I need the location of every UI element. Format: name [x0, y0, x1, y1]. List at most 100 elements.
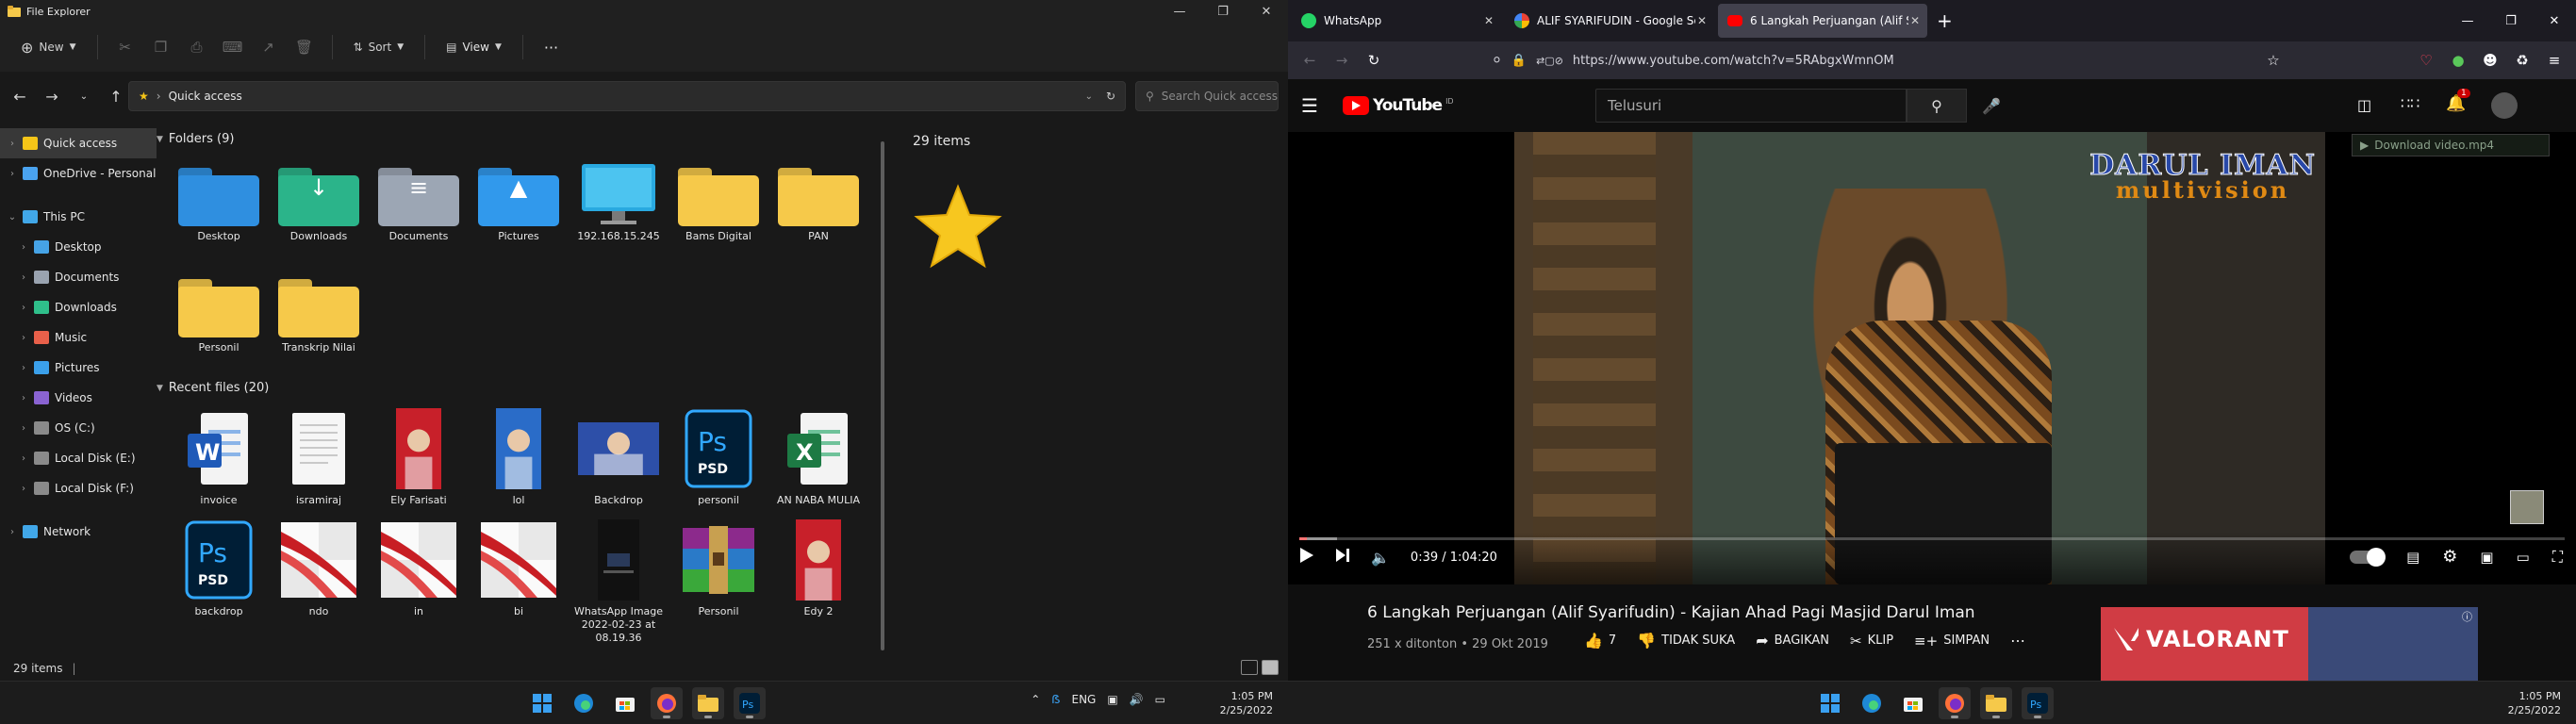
apps-grid-icon[interactable]: ∷∷: [2401, 94, 2419, 112]
chevron-down-icon[interactable]: ⌄: [4, 212, 21, 222]
folder-tile[interactable]: 192.168.15.245: [568, 164, 669, 243]
chevron-right-icon[interactable]: ›: [15, 423, 32, 434]
settings-gear-icon[interactable]: ⚙: [2442, 547, 2457, 567]
like-button[interactable]: 👍 7: [1584, 632, 1616, 650]
chevron-right-icon[interactable]: ›: [4, 527, 21, 537]
chevron-right-icon[interactable]: ›: [15, 303, 32, 313]
delete-icon[interactable]: 🗑: [289, 36, 321, 58]
taskbar-clock[interactable]: 1:05 PM 2/25/2022: [2508, 689, 2561, 717]
battery-icon[interactable]: ▭: [1155, 693, 1165, 706]
recent-file-tile[interactable]: lol: [468, 407, 570, 507]
folder-tile[interactable]: PAN: [768, 164, 869, 243]
minimize-button[interactable]: —: [1158, 0, 1201, 23]
close-button[interactable]: ✕: [1245, 0, 1288, 23]
forward-button[interactable]: →: [36, 82, 68, 110]
new-button[interactable]: ⊕ New ▼: [11, 35, 86, 60]
sidebar-item[interactable]: › Local Disk (E:): [0, 443, 157, 473]
dislike-button[interactable]: 👎 TIDAK SUKA: [1637, 632, 1735, 650]
recent-file-tile[interactable]: isramiraj: [268, 407, 370, 507]
sidebar-item[interactable]: › Network: [0, 517, 157, 547]
progress-bar[interactable]: [1299, 537, 2565, 540]
chevron-right-icon[interactable]: ›: [4, 169, 21, 179]
chevron-right-icon[interactable]: ›: [15, 272, 32, 283]
sidebar-item[interactable]: › Quick access: [0, 128, 157, 158]
chevron-up-icon[interactable]: ⌃: [1031, 693, 1040, 706]
sidebar-item[interactable]: › Downloads: [0, 292, 157, 322]
chevron-right-icon[interactable]: ›: [15, 484, 32, 494]
folder-tile[interactable]: Personil: [168, 275, 270, 354]
tab-youtube[interactable]: 6 Langkah Perjuangan (Alif Syarifudin) ✕: [1718, 4, 1927, 38]
extension-icon[interactable]: ●: [2442, 46, 2474, 74]
firefox-button[interactable]: [1939, 687, 1971, 719]
play-button[interactable]: [1299, 547, 1314, 568]
pocket-icon[interactable]: ♡: [2410, 46, 2442, 74]
edge-button[interactable]: [568, 687, 600, 719]
fullscreen-icon[interactable]: ⛶: [2552, 548, 2563, 567]
close-tab-icon[interactable]: ✕: [1484, 14, 1494, 27]
avatar[interactable]: [2491, 92, 2518, 119]
youtube-search-input[interactable]: Telusuri: [1595, 89, 1907, 123]
tiles-view-button[interactable]: [1262, 660, 1279, 675]
share-button[interactable]: ➦ BAGIKAN: [1756, 632, 1829, 650]
edge-button[interactable]: [1856, 687, 1888, 719]
more-actions-icon[interactable]: ⋯: [2010, 632, 2025, 650]
theater-mode-icon[interactable]: ▭: [2517, 549, 2530, 566]
language-indicator[interactable]: ENG: [1072, 693, 1097, 706]
chevron-down-icon[interactable]: ⌄: [1085, 91, 1093, 102]
address-bar[interactable]: ★ › Quick access ⌄ ↻: [128, 81, 1126, 111]
chevron-right-icon[interactable]: ›: [15, 453, 32, 464]
chevron-right-icon[interactable]: ›: [15, 333, 32, 343]
chevron-right-icon[interactable]: ›: [15, 393, 32, 403]
close-button[interactable]: ✕: [2533, 0, 2576, 41]
menu-icon[interactable]: ≡: [2538, 46, 2570, 74]
recent-file-tile[interactable]: Winvoice: [168, 407, 270, 507]
recent-file-tile[interactable]: Ps PSD personil: [668, 407, 769, 507]
start-button[interactable]: [526, 687, 558, 719]
tab-whatsapp[interactable]: WhatsApp ✕: [1292, 4, 1501, 38]
recent-file-tile[interactable]: X AN NABA MULIA: [768, 407, 869, 507]
shield-icon[interactable]: ⚪: [1492, 54, 1502, 68]
photoshop-button[interactable]: Ps: [2022, 687, 2054, 719]
voice-search-button[interactable]: 🎤: [1974, 89, 2008, 123]
account-icon[interactable]: ☻: [2474, 46, 2506, 74]
photoshop-button[interactable]: Ps: [734, 687, 766, 719]
recent-file-tile[interactable]: Edy 2: [768, 518, 869, 618]
cut-icon[interactable]: ✂: [109, 36, 141, 58]
bluetooth-icon[interactable]: ẞ: [1051, 693, 1060, 706]
view-button[interactable]: ▤ View ▼: [437, 37, 511, 58]
sidebar-item[interactable]: › Local Disk (F:): [0, 473, 157, 503]
hamburger-menu-icon[interactable]: ☰: [1301, 94, 1318, 117]
autoplay-toggle[interactable]: [2350, 547, 2386, 567]
sidebar-item[interactable]: › Videos: [0, 383, 157, 413]
ad-info-icon[interactable]: ⓘ: [2462, 609, 2472, 624]
file-explorer-button[interactable]: [1980, 687, 2012, 719]
download-video-button[interactable]: ▶ Download video.mp4: [2352, 134, 2550, 156]
recent-file-tile[interactable]: Ely Farisati: [368, 407, 470, 507]
close-tab-icon[interactable]: ✕: [1697, 14, 1707, 27]
reload-button[interactable]: ↻: [1358, 46, 1390, 74]
folder-tile[interactable]: ▲ Pictures: [468, 164, 570, 243]
sort-button[interactable]: ⇅ Sort ▼: [344, 37, 414, 58]
folder-tile[interactable]: ≡ Documents: [368, 164, 470, 243]
minimize-button[interactable]: —: [2446, 0, 2489, 41]
ad-banner[interactable]: VALORANT ⓘ: [2101, 607, 2478, 683]
save-button[interactable]: ≡+ SIMPAN: [1914, 633, 1990, 650]
recent-file-tile[interactable]: ndo: [268, 518, 370, 618]
video-player[interactable]: DARUL IMAN multivision ▶ Download video.…: [1288, 132, 2576, 584]
paste-icon[interactable]: ⎙: [181, 36, 213, 58]
folder-tile[interactable]: ↓ Downloads: [268, 164, 370, 243]
lock-icon[interactable]: 🔒: [1511, 54, 1527, 68]
network-icon[interactable]: ▣: [1107, 693, 1117, 706]
folder-tile[interactable]: Desktop: [168, 164, 270, 243]
new-tab-button[interactable]: +: [1937, 9, 1953, 32]
recent-file-tile[interactable]: Backdrop: [568, 407, 669, 507]
permissions-icon[interactable]: ⇄▢⊘: [1536, 55, 1563, 67]
sidebar-item[interactable]: › Desktop: [0, 232, 157, 262]
forward-button[interactable]: →: [1326, 46, 1358, 74]
copy-icon[interactable]: ❐: [145, 36, 177, 58]
url-bar[interactable]: ⚪ 🔒 ⇄▢⊘ https://www.youtube.com/watch?v=…: [1486, 45, 2240, 75]
clip-button[interactable]: ✂ KLIP: [1850, 633, 1893, 650]
search-input[interactable]: ⚲ Search Quick access: [1135, 81, 1279, 111]
folder-tile[interactable]: Transkrip Nilai: [268, 275, 370, 354]
volume-icon[interactable]: 🔊: [1130, 693, 1144, 706]
